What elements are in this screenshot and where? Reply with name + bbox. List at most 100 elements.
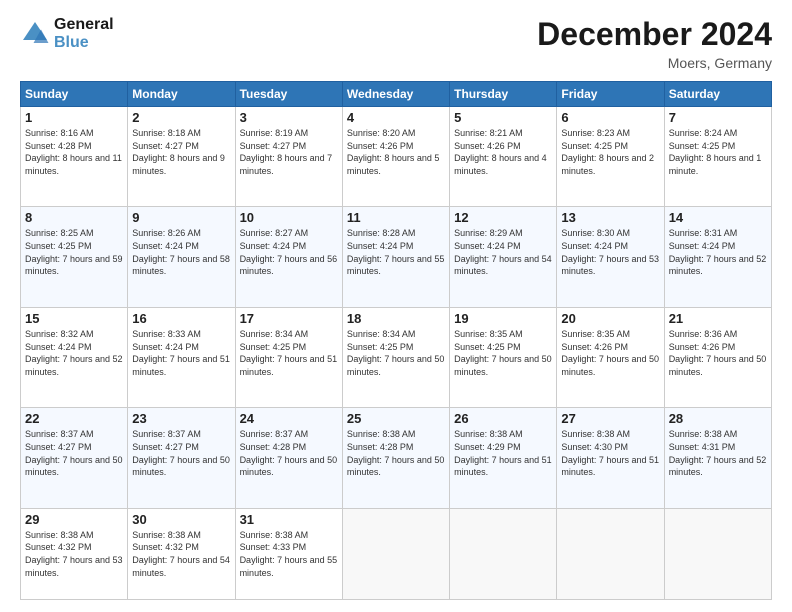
table-row: 3 Sunrise: 8:19 AMSunset: 4:27 PMDaylight… (235, 107, 342, 207)
day-info: Sunrise: 8:38 AMSunset: 4:33 PMDaylight:… (240, 529, 338, 579)
day-number: 2 (132, 110, 230, 125)
logo-text: General Blue (54, 16, 114, 51)
day-info: Sunrise: 8:34 AMSunset: 4:25 PMDaylight:… (347, 328, 445, 378)
day-number: 25 (347, 411, 445, 426)
table-row: 7 Sunrise: 8:24 AMSunset: 4:25 PMDaylight… (664, 107, 771, 207)
day-number: 13 (561, 210, 659, 225)
day-info: Sunrise: 8:32 AMSunset: 4:24 PMDaylight:… (25, 328, 123, 378)
day-info: Sunrise: 8:26 AMSunset: 4:24 PMDaylight:… (132, 227, 230, 277)
table-row: 31 Sunrise: 8:38 AMSunset: 4:33 PMDayligh… (235, 508, 342, 599)
day-number: 17 (240, 311, 338, 326)
table-row: 21 Sunrise: 8:36 AMSunset: 4:26 PMDayligh… (664, 307, 771, 407)
table-row: 4 Sunrise: 8:20 AMSunset: 4:26 PMDaylight… (342, 107, 449, 207)
day-info: Sunrise: 8:24 AMSunset: 4:25 PMDaylight:… (669, 127, 767, 177)
day-number: 26 (454, 411, 552, 426)
table-row: 20 Sunrise: 8:35 AMSunset: 4:26 PMDayligh… (557, 307, 664, 407)
main-title: December 2024 (537, 16, 772, 53)
table-row (557, 508, 664, 599)
calendar-body: 1Sunrise: 8:16 AMSunset: 4:28 PMDaylight… (21, 107, 772, 600)
table-row: 28 Sunrise: 8:38 AMSunset: 4:31 PMDayligh… (664, 408, 771, 508)
day-number: 24 (240, 411, 338, 426)
day-number: 18 (347, 311, 445, 326)
day-info: Sunrise: 8:38 AMSunset: 4:31 PMDaylight:… (669, 428, 767, 478)
day-info: Sunrise: 8:37 AMSunset: 4:27 PMDaylight:… (132, 428, 230, 478)
day-info: Sunrise: 8:38 AMSunset: 4:30 PMDaylight:… (561, 428, 659, 478)
day-number: 11 (347, 210, 445, 225)
day-number: 27 (561, 411, 659, 426)
table-row: 11Sunrise: 8:28 AMSunset: 4:24 PMDayligh… (342, 207, 449, 307)
table-row: 27 Sunrise: 8:38 AMSunset: 4:30 PMDayligh… (557, 408, 664, 508)
day-number: 5 (454, 110, 552, 125)
day-info: Sunrise: 8:37 AMSunset: 4:27 PMDaylight:… (25, 428, 123, 478)
table-row: 17 Sunrise: 8:34 AMSunset: 4:25 PMDayligh… (235, 307, 342, 407)
col-wednesday: Wednesday (342, 82, 449, 107)
day-number: 8 (25, 210, 123, 225)
table-row: 18 Sunrise: 8:34 AMSunset: 4:25 PMDayligh… (342, 307, 449, 407)
col-sunday: Sunday (21, 82, 128, 107)
table-row: 25 Sunrise: 8:38 AMSunset: 4:28 PMDayligh… (342, 408, 449, 508)
table-row: 22Sunrise: 8:37 AMSunset: 4:27 PMDayligh… (21, 408, 128, 508)
calendar-table: Sunday Monday Tuesday Wednesday Thursday… (20, 81, 772, 600)
table-row: 14 Sunrise: 8:31 AMSunset: 4:24 PMDayligh… (664, 207, 771, 307)
day-number: 30 (132, 512, 230, 527)
day-info: Sunrise: 8:38 AMSunset: 4:32 PMDaylight:… (132, 529, 230, 579)
day-info: Sunrise: 8:31 AMSunset: 4:24 PMDaylight:… (669, 227, 767, 277)
table-row: 8 Sunrise: 8:25 AMSunset: 4:25 PMDaylight… (21, 207, 128, 307)
table-row: 5 Sunrise: 8:21 AMSunset: 4:26 PMDaylight… (450, 107, 557, 207)
day-number: 9 (132, 210, 230, 225)
table-row: 13Sunrise: 8:30 AMSunset: 4:24 PMDayligh… (557, 207, 664, 307)
table-row: 12 Sunrise: 8:29 AMSunset: 4:24 PMDayligh… (450, 207, 557, 307)
day-number: 20 (561, 311, 659, 326)
table-row: 6 Sunrise: 8:23 AMSunset: 4:25 PMDaylight… (557, 107, 664, 207)
day-number: 21 (669, 311, 767, 326)
table-row: 1Sunrise: 8:16 AMSunset: 4:28 PMDaylight… (21, 107, 128, 207)
logo-icon (20, 19, 50, 49)
day-number: 3 (240, 110, 338, 125)
day-info: Sunrise: 8:34 AMSunset: 4:25 PMDaylight:… (240, 328, 338, 378)
day-number: 6 (561, 110, 659, 125)
day-info: Sunrise: 8:18 AMSunset: 4:27 PMDaylight:… (132, 127, 230, 177)
col-friday: Friday (557, 82, 664, 107)
day-info: Sunrise: 8:19 AMSunset: 4:27 PMDaylight:… (240, 127, 338, 177)
day-info: Sunrise: 8:21 AMSunset: 4:26 PMDaylight:… (454, 127, 552, 177)
day-number: 12 (454, 210, 552, 225)
day-number: 1 (25, 110, 123, 125)
day-number: 7 (669, 110, 767, 125)
col-monday: Monday (128, 82, 235, 107)
day-info: Sunrise: 8:23 AMSunset: 4:25 PMDaylight:… (561, 127, 659, 177)
table-row (342, 508, 449, 599)
logo: General Blue (20, 16, 114, 51)
day-number: 28 (669, 411, 767, 426)
day-info: Sunrise: 8:33 AMSunset: 4:24 PMDaylight:… (132, 328, 230, 378)
day-info: Sunrise: 8:38 AMSunset: 4:28 PMDaylight:… (347, 428, 445, 478)
day-info: Sunrise: 8:35 AMSunset: 4:26 PMDaylight:… (561, 328, 659, 378)
table-row: 29Sunrise: 8:38 AMSunset: 4:32 PMDayligh… (21, 508, 128, 599)
table-row: 30 Sunrise: 8:38 AMSunset: 4:32 PMDayligh… (128, 508, 235, 599)
day-info: Sunrise: 8:25 AMSunset: 4:25 PMDaylight:… (25, 227, 123, 277)
day-number: 14 (669, 210, 767, 225)
day-number: 10 (240, 210, 338, 225)
table-row: 2 Sunrise: 8:18 AMSunset: 4:27 PMDaylight… (128, 107, 235, 207)
table-row: 23 Sunrise: 8:37 AMSunset: 4:27 PMDayligh… (128, 408, 235, 508)
table-row: 15 Sunrise: 8:32 AMSunset: 4:24 PMDayligh… (21, 307, 128, 407)
day-info: Sunrise: 8:29 AMSunset: 4:24 PMDaylight:… (454, 227, 552, 277)
table-row: 26 Sunrise: 8:38 AMSunset: 4:29 PMDayligh… (450, 408, 557, 508)
title-block: December 2024 Moers, Germany (537, 16, 772, 71)
day-number: 23 (132, 411, 230, 426)
page: General Blue December 2024 Moers, German… (0, 0, 792, 612)
table-row: 24 Sunrise: 8:37 AMSunset: 4:28 PMDayligh… (235, 408, 342, 508)
day-info: Sunrise: 8:37 AMSunset: 4:28 PMDaylight:… (240, 428, 338, 478)
header-row: Sunday Monday Tuesday Wednesday Thursday… (21, 82, 772, 107)
day-info: Sunrise: 8:38 AMSunset: 4:32 PMDaylight:… (25, 529, 123, 579)
subtitle: Moers, Germany (537, 55, 772, 71)
day-info: Sunrise: 8:36 AMSunset: 4:26 PMDaylight:… (669, 328, 767, 378)
table-row (450, 508, 557, 599)
day-number: 15 (25, 311, 123, 326)
calendar-header: Sunday Monday Tuesday Wednesday Thursday… (21, 82, 772, 107)
day-info: Sunrise: 8:38 AMSunset: 4:29 PMDaylight:… (454, 428, 552, 478)
day-info: Sunrise: 8:20 AMSunset: 4:26 PMDaylight:… (347, 127, 445, 177)
col-saturday: Saturday (664, 82, 771, 107)
day-number: 16 (132, 311, 230, 326)
day-number: 4 (347, 110, 445, 125)
day-number: 31 (240, 512, 338, 527)
